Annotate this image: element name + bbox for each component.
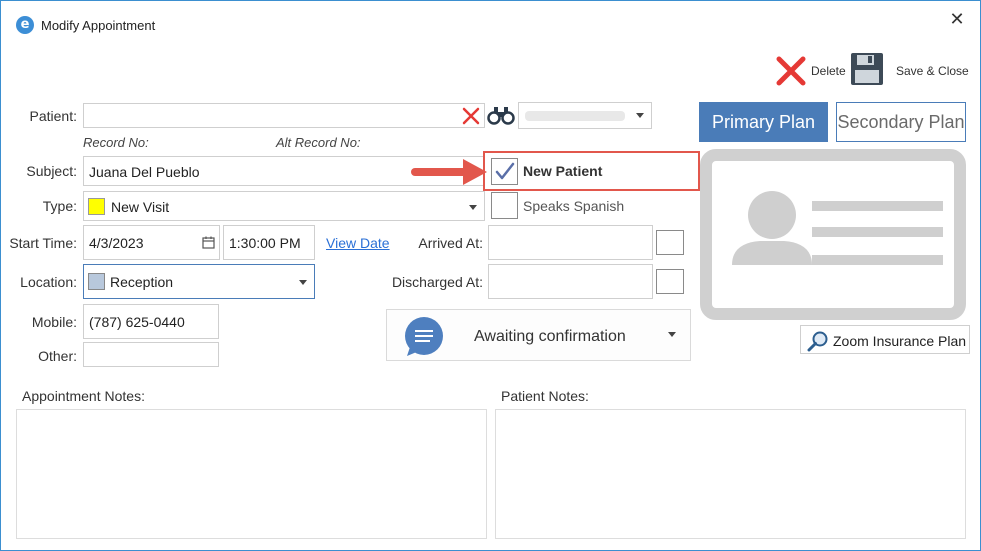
calendar-icon[interactable] (202, 236, 215, 249)
status-value: Awaiting confirmation (474, 328, 626, 345)
type-value: New Visit (111, 199, 170, 215)
subject-label: Subject: (26, 163, 77, 179)
zoom-insurance-plan-label: Zoom Insurance Plan (833, 333, 967, 349)
other-input[interactable] (83, 342, 219, 367)
alt-record-no-label: Alt Record No: (276, 135, 361, 150)
location-dropdown[interactable]: Reception (83, 264, 315, 299)
discharged-at-checkbox[interactable] (656, 269, 684, 294)
start-time-value: 1:30:00 PM (229, 235, 301, 251)
chevron-down-icon (668, 332, 676, 337)
mobile-label: Mobile: (31, 314, 77, 330)
start-time-label: Start Time: (9, 235, 77, 251)
type-dropdown[interactable]: New Visit (83, 191, 485, 221)
discharged-at-input[interactable] (488, 264, 653, 299)
mobile-input[interactable]: (787) 625-0440 (83, 304, 219, 339)
mobile-value: (787) 625-0440 (89, 314, 185, 330)
speaks-spanish-checkbox[interactable] (491, 192, 518, 219)
arrived-at-label: Arrived At: (418, 235, 483, 251)
chevron-down-icon (469, 205, 477, 210)
floppy-disk-icon (851, 53, 883, 85)
patient-label: Patient: (29, 108, 77, 124)
zoom-insurance-plan-button[interactable]: Zoom Insurance Plan (800, 325, 970, 354)
appointment-notes-textarea[interactable] (16, 409, 487, 539)
insurance-card-placeholder (700, 149, 966, 320)
record-no-label: Record No: (83, 135, 149, 150)
delete-button[interactable]: Delete (773, 53, 848, 87)
chat-bubble-icon (405, 317, 443, 356)
appointment-notes-label: Appointment Notes: (22, 388, 145, 404)
chevron-down-icon (299, 280, 307, 285)
delete-label: Delete (811, 64, 846, 78)
clear-patient-icon[interactable] (462, 107, 480, 125)
new-patient-label: New Patient (523, 163, 603, 179)
start-time-input[interactable]: 1:30:00 PM (223, 225, 315, 260)
other-label: Other: (38, 348, 77, 364)
binoculars-search-icon[interactable] (487, 104, 515, 126)
id-card-icon (700, 149, 966, 320)
patient-notes-textarea[interactable] (495, 409, 966, 539)
arrived-at-checkbox[interactable] (656, 230, 684, 255)
close-icon[interactable]: ✕ (947, 9, 967, 29)
location-value: Reception (110, 274, 174, 290)
save-close-label: Save & Close (896, 64, 969, 78)
secondary-plan-button[interactable]: Secondary Plan (836, 102, 966, 142)
new-patient-checkbox[interactable] (491, 158, 518, 185)
window-title: Modify Appointment (41, 18, 156, 33)
app-logo-icon: e (16, 16, 34, 34)
patient-selector-dropdown[interactable] (518, 102, 652, 129)
start-date-value: 4/3/2023 (89, 235, 144, 251)
type-color-swatch (88, 198, 105, 215)
location-label: Location: (20, 274, 77, 290)
location-color-swatch (88, 273, 105, 290)
type-label: Type: (42, 198, 77, 214)
magnifier-icon (807, 331, 828, 352)
delete-x-icon (776, 56, 806, 86)
subject-value: Juana Del Pueblo (89, 164, 200, 180)
view-date-link[interactable]: View Date (326, 235, 390, 251)
arrived-at-input[interactable] (488, 225, 653, 260)
discharged-at-label: Discharged At: (391, 274, 483, 290)
modify-appointment-dialog: e Modify Appointment ✕ Delete Save & Clo… (0, 0, 981, 551)
appointment-status-dropdown[interactable]: Awaiting confirmation (386, 309, 691, 361)
blurred-patient-selection (525, 111, 625, 121)
red-arrow-icon (411, 159, 487, 185)
patient-input[interactable] (83, 103, 485, 128)
chevron-down-icon (636, 113, 644, 118)
speaks-spanish-label: Speaks Spanish (523, 198, 625, 214)
checkmark-icon (495, 162, 515, 180)
primary-plan-button[interactable]: Primary Plan (699, 102, 828, 142)
patient-notes-label: Patient Notes: (501, 388, 589, 404)
start-date-input[interactable]: 4/3/2023 (83, 225, 220, 260)
save-close-button[interactable]: Save & Close (850, 52, 970, 88)
